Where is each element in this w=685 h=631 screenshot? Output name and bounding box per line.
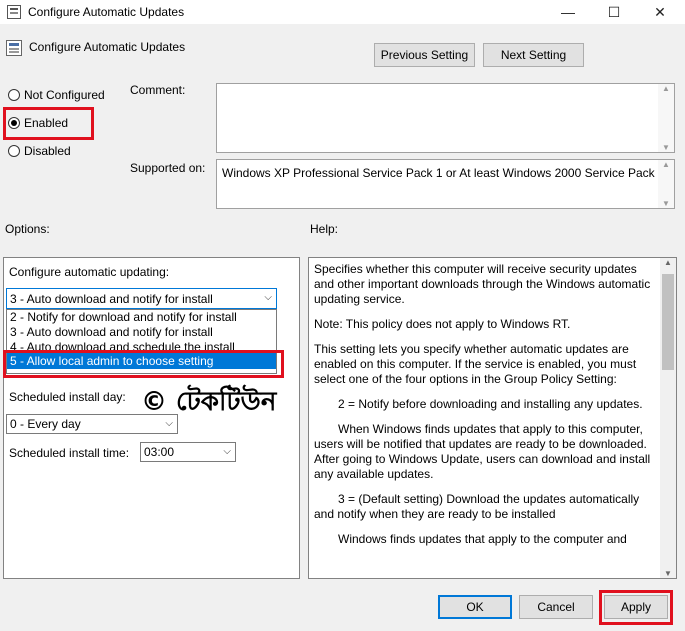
- chevron-down-icon: ⌵: [264, 292, 272, 303]
- maximize-button[interactable]: ☐: [591, 0, 637, 24]
- help-paragraph: 3 = (Default setting) Download the updat…: [314, 492, 640, 521]
- dropdown-option[interactable]: 2 - Notify for download and notify for i…: [7, 310, 276, 325]
- supported-label: Supported on:: [130, 161, 206, 175]
- chevron-down-icon: ⌵: [223, 446, 231, 457]
- options-label: Options:: [5, 222, 50, 236]
- policy-name: Configure Automatic Updates: [29, 40, 186, 54]
- disabled-label: Disabled: [24, 144, 71, 158]
- help-panel: Specifies whether this computer will rec…: [308, 257, 677, 579]
- enabled-label: Enabled: [24, 116, 69, 130]
- next-setting-button[interactable]: Next Setting: [483, 43, 584, 67]
- close-button[interactable]: ✕: [637, 0, 683, 24]
- not-configured-label: Not Configured: [24, 88, 105, 102]
- scroll-up-icon[interactable]: ▲: [660, 258, 676, 272]
- configure-updating-dropdown[interactable]: 3 - Auto download and notify for install…: [6, 288, 277, 309]
- apply-button[interactable]: Apply: [604, 595, 668, 619]
- disabled-radio[interactable]: Disabled: [8, 144, 71, 158]
- scroll-down-icon[interactable]: ▼: [660, 569, 676, 578]
- previous-setting-button[interactable]: Previous Setting: [374, 43, 475, 67]
- comment-scrollbar[interactable]: ▲ ▼: [658, 84, 674, 152]
- enabled-radio[interactable]: Enabled: [8, 116, 68, 130]
- policy-setting-icon: [6, 40, 22, 56]
- not-configured-radio[interactable]: Not Configured: [8, 88, 105, 102]
- configure-updating-value: 3 - Auto download and notify for install: [10, 291, 213, 306]
- scroll-up-icon[interactable]: ▲: [658, 160, 674, 169]
- scroll-down-icon[interactable]: ▼: [658, 199, 674, 208]
- help-paragraph: Windows finds updates that apply to the …: [338, 532, 627, 546]
- help-paragraph: Note: This policy does not apply to Wind…: [314, 317, 571, 331]
- supported-scrollbar[interactable]: ▲ ▼: [658, 160, 674, 208]
- supported-value: Windows XP Professional Service Pack 1 o…: [222, 166, 665, 180]
- comment-label: Comment:: [130, 83, 186, 97]
- configure-updating-label: Configure automatic updating:: [9, 265, 170, 279]
- help-paragraph: When Windows finds updates that apply to…: [314, 422, 651, 481]
- help-scrollbar[interactable]: ▲ ▼: [660, 258, 676, 578]
- scheduled-day-label: Scheduled install day:: [9, 390, 126, 404]
- scheduled-time-value: 03:00: [144, 445, 175, 459]
- cancel-button[interactable]: Cancel: [519, 595, 593, 619]
- help-scroll-thumb[interactable]: [662, 274, 674, 370]
- help-paragraph: This setting lets you specify whether au…: [314, 342, 637, 386]
- chevron-down-icon: ⌵: [165, 418, 173, 429]
- option-highlight-box: [3, 350, 284, 378]
- scheduled-time-dropdown[interactable]: 03:00 ⌵: [140, 442, 236, 462]
- radio-circle-checked: [8, 117, 20, 129]
- scroll-down-icon[interactable]: ▼: [658, 143, 674, 152]
- minimize-button[interactable]: —: [545, 0, 591, 24]
- scheduled-time-label: Scheduled install time:: [9, 446, 130, 460]
- ok-button[interactable]: OK: [438, 595, 512, 619]
- scheduled-day-dropdown[interactable]: 0 - Every day ⌵: [6, 414, 178, 434]
- scheduled-day-value: 0 - Every day: [10, 417, 81, 431]
- dropdown-option[interactable]: 3 - Auto download and notify for install: [7, 325, 276, 340]
- help-paragraph: 2 = Notify before downloading and instal…: [338, 397, 643, 411]
- radio-circle: [8, 89, 20, 101]
- window-title: Configure Automatic Updates: [28, 5, 185, 19]
- policy-window-icon: [7, 5, 21, 19]
- help-paragraph: Specifies whether this computer will rec…: [314, 262, 651, 306]
- supported-field: Windows XP Professional Service Pack 1 o…: [216, 159, 675, 209]
- help-label: Help:: [310, 222, 339, 236]
- scroll-up-icon[interactable]: ▲: [658, 84, 674, 93]
- comment-textarea[interactable]: ▲ ▼: [216, 83, 675, 153]
- radio-circle: [8, 145, 20, 157]
